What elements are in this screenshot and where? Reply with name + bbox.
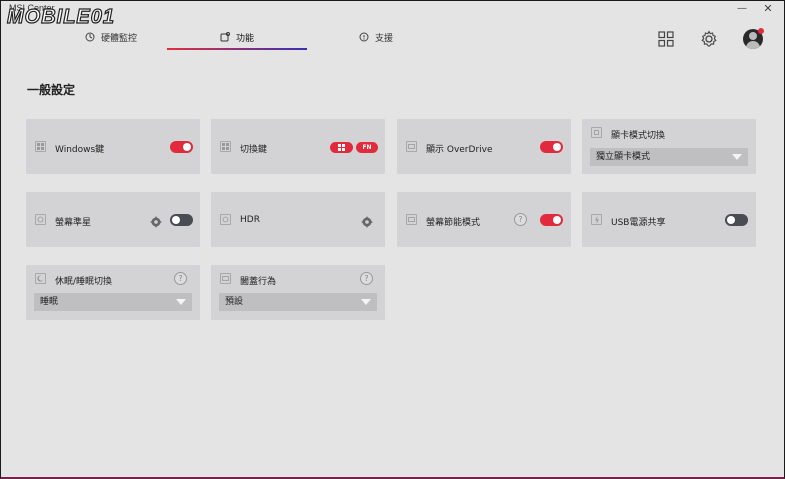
card-switch-key: 切換鍵 FN — [211, 119, 385, 174]
sleep-help-icon[interactable]: ? — [174, 272, 187, 285]
card-label: Windows鍵 — [55, 145, 105, 155]
lid-icon — [220, 273, 231, 284]
card-label: 顯示 OverDrive — [426, 145, 493, 155]
tab-label: 硬體監控 — [100, 33, 137, 44]
minimize-button[interactable]: — — [731, 2, 753, 16]
windows-key-icon — [35, 141, 46, 152]
tab-support[interactable]: 支援 — [306, 27, 446, 47]
tab-hardware-monitor[interactable]: 硬體監控 — [41, 27, 181, 47]
select-value: 預設 — [225, 297, 244, 307]
eco-mode-toggle[interactable] — [540, 214, 563, 226]
section-title: 一般設定 — [27, 83, 76, 97]
windows-key-toggle[interactable] — [170, 141, 193, 153]
card-crosshair: 螢幕準星 — [26, 192, 200, 247]
msi-center-window: MSI Center MOBILE01 — ✕ 硬體監控 功能 支援 一般設定 … — [0, 0, 785, 479]
tab-label: 功能 — [235, 33, 254, 44]
overdrive-icon — [406, 141, 417, 152]
tab-features[interactable]: 功能 — [167, 27, 307, 47]
crosshair-settings-gear-icon[interactable] — [150, 213, 162, 228]
card-label: 螢幕節能模式 — [426, 218, 481, 228]
select-value: 獨立顯卡模式 — [596, 152, 651, 162]
close-button[interactable]: ✕ — [757, 2, 779, 16]
crosshair-icon — [35, 214, 46, 225]
card-usb-power: USB電源共享 — [582, 192, 756, 247]
select-value: 睡眠 — [40, 297, 59, 307]
card-label: 螢幕準星 — [55, 218, 92, 228]
windows-logo-icon — [338, 144, 345, 151]
title-bar: MSI Center MOBILE01 — ✕ — [1, 1, 784, 29]
fn-key-option[interactable]: FN — [356, 142, 378, 153]
support-icon — [359, 32, 369, 42]
gpu-mode-select[interactable]: 獨立顯卡模式 — [590, 148, 748, 166]
chevron-down-icon — [732, 154, 742, 160]
hdr-settings-gear-icon[interactable] — [361, 213, 373, 228]
card-label: HDR — [240, 215, 260, 225]
card-label: 休眠/睡眠切換 — [55, 277, 113, 287]
card-label: 顯卡模式切換 — [611, 131, 666, 141]
card-windows-key: Windows鍵 — [26, 119, 200, 174]
feature-icon — [220, 32, 230, 42]
tab-label: 支援 — [374, 33, 393, 44]
monitor-gauge-icon — [85, 32, 95, 42]
watermark-logo: MOBILE01 — [6, 5, 116, 28]
active-tab-indicator — [167, 48, 307, 50]
eco-mode-icon — [406, 214, 417, 225]
chevron-down-icon — [176, 299, 186, 305]
card-eco-mode: 螢幕節能模式 ? — [397, 192, 571, 247]
usb-power-toggle[interactable] — [725, 214, 748, 226]
sleep-icon — [35, 273, 46, 284]
card-sleep-mode: 休眠/睡眠切換 ? 睡眠 — [26, 265, 200, 320]
card-hdr: HDR — [211, 192, 385, 247]
gpu-mode-icon — [591, 127, 602, 138]
windows-key-option[interactable] — [330, 142, 353, 153]
card-overdrive: 顯示 OverDrive — [397, 119, 571, 174]
card-label: 闔蓋行為 — [240, 277, 277, 287]
hdr-icon — [220, 214, 231, 225]
sleep-mode-select[interactable]: 睡眠 — [34, 293, 192, 311]
crosshair-toggle[interactable] — [170, 214, 193, 226]
card-gpu-mode: 顯卡模式切換 獨立顯卡模式 — [582, 119, 756, 174]
card-lid-action: 闔蓋行為 ? 預設 — [211, 265, 385, 320]
eco-mode-help-icon[interactable]: ? — [514, 213, 527, 226]
usb-power-icon — [591, 214, 602, 225]
switch-key-icon — [220, 141, 231, 152]
card-label: 切換鍵 — [240, 145, 268, 155]
notification-dot — [758, 28, 764, 34]
chevron-down-icon — [361, 299, 371, 305]
lid-action-select[interactable]: 預設 — [219, 293, 377, 311]
grid-icon[interactable] — [656, 29, 676, 49]
overdrive-toggle[interactable] — [540, 141, 563, 153]
card-label: USB電源共享 — [611, 218, 666, 228]
settings-gear-icon[interactable] — [699, 29, 719, 49]
lid-help-icon[interactable]: ? — [360, 272, 373, 285]
